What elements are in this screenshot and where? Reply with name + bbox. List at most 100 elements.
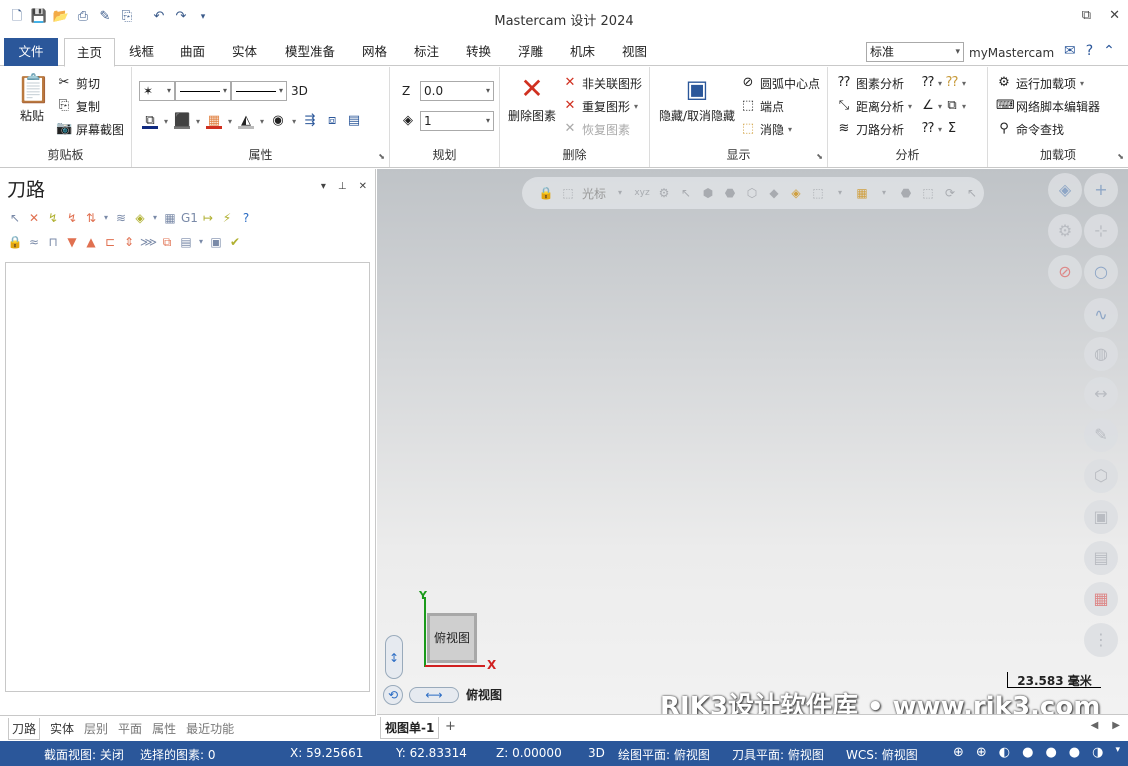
insert-arrow-icon[interactable]: ⊏ bbox=[102, 234, 118, 250]
paste-button[interactable]: 📋 粘贴 bbox=[12, 73, 52, 124]
move-up-icon[interactable]: ▲ bbox=[83, 234, 99, 250]
material-icon[interactable]: ◉ bbox=[270, 113, 286, 129]
select-body-icon[interactable]: ⬢ bbox=[700, 185, 716, 201]
analyze-chain-icon[interactable]: ⁇ bbox=[944, 75, 960, 91]
viewsheet-tab-1[interactable]: 视图单-1 bbox=[380, 717, 440, 739]
lock-selection-icon[interactable]: 🔒 bbox=[538, 185, 554, 201]
panel-tab-recent[interactable]: 最近功能 bbox=[186, 720, 234, 737]
shiny-sphere-icon[interactable]: ● bbox=[1045, 745, 1056, 760]
select-solid-icon[interactable]: ◆ bbox=[766, 185, 782, 201]
clear-colors-icon[interactable]: ▤ bbox=[346, 113, 362, 129]
lock-icon[interactable]: 🔒 bbox=[7, 234, 23, 250]
horizontal-pan-icon[interactable]: ⟷ bbox=[409, 687, 459, 703]
section-view-status[interactable]: 截面视图: 关闭 bbox=[44, 746, 124, 763]
point-style-select[interactable]: ✶ ▾ bbox=[139, 81, 175, 101]
circle-icon[interactable]: ○ bbox=[1084, 255, 1118, 289]
add-viewsheet-button[interactable]: + bbox=[445, 719, 456, 734]
flow-icon[interactable]: ⋮ bbox=[1084, 623, 1118, 657]
z-coordinate[interactable]: Z: 0.00000 bbox=[496, 746, 562, 760]
half-globe-icon[interactable]: ◐ bbox=[999, 745, 1010, 760]
delete-entity-button[interactable]: ✕ 删除图素 bbox=[506, 73, 558, 124]
tab-transform[interactable]: 转换 bbox=[454, 38, 503, 66]
toggle-display-icon[interactable]: ≈ bbox=[26, 234, 42, 250]
screenshot-button[interactable]: 📷 屏幕截图 bbox=[56, 119, 124, 139]
tab-mesh[interactable]: 网格 bbox=[350, 38, 399, 66]
dialog-launcher-icon[interactable]: ⬊ bbox=[378, 152, 385, 161]
x-coordinate[interactable]: X: 59.25661 bbox=[290, 746, 363, 760]
layers-icon[interactable]: ◈ bbox=[1048, 173, 1082, 207]
select-invalid-ops-icon[interactable]: ✕ bbox=[26, 210, 42, 226]
panel-help-icon[interactable]: ? bbox=[238, 210, 254, 226]
delete-non-assoc-button[interactable]: ✕ 非关联图形 bbox=[562, 73, 642, 93]
surface-color-icon[interactable]: ▦ bbox=[206, 113, 223, 129]
pin-icon[interactable]: ⊥ bbox=[338, 181, 347, 192]
sphere-icon[interactable]: ◍ bbox=[1084, 337, 1118, 371]
restore-icon[interactable]: ⧉ bbox=[1082, 8, 1091, 23]
globe-icon[interactable]: ⊕ bbox=[953, 745, 964, 760]
gray-sphere-icon[interactable]: ● bbox=[1069, 745, 1080, 760]
hide-unhide-button[interactable]: ▣ 隐藏/取消隐藏 bbox=[656, 73, 738, 124]
cube-icon[interactable]: ⬡ bbox=[1084, 459, 1118, 493]
dialog-launcher-icon[interactable]: ⬊ bbox=[816, 152, 823, 161]
simulate-icon[interactable]: ⇅ bbox=[83, 210, 99, 226]
rotate-icon[interactable]: ⟲ bbox=[383, 685, 403, 705]
help-icon[interactable]: ? bbox=[1086, 43, 1093, 59]
arc-center-button[interactable]: ⊘ 圆弧中心点 bbox=[740, 73, 820, 93]
scroll-ops-icon[interactable]: ⇕ bbox=[121, 234, 137, 250]
net-script-editor-button[interactable]: ⌨ 网络脚本编辑器 bbox=[996, 96, 1100, 116]
y-coordinate[interactable]: Y: 62.83314 bbox=[396, 746, 467, 760]
analyze-position-icon[interactable]: ⁇ bbox=[920, 75, 936, 91]
run-addin-button[interactable]: ⚙ 运行加载项 ▾ bbox=[996, 73, 1084, 93]
shaded-sphere-icon[interactable]: ● bbox=[1022, 745, 1033, 760]
ruler-icon[interactable]: ✎ bbox=[1084, 418, 1118, 452]
show-selected-icon[interactable]: ⋙ bbox=[140, 234, 157, 250]
endpoints-button[interactable]: ⬚ 端点 bbox=[740, 96, 784, 116]
red-shapes-icon[interactable]: ▦ bbox=[1084, 582, 1118, 616]
gear-icon[interactable]: ⚙ bbox=[656, 185, 672, 201]
entity-analysis-button[interactable]: ⁇ 图素分析 bbox=[836, 73, 904, 93]
settings-icon[interactable]: ⚙ bbox=[1048, 214, 1082, 248]
post-g1-icon[interactable]: G1 bbox=[181, 210, 198, 226]
close-icon[interactable]: ✕ bbox=[1109, 8, 1120, 23]
grid-snap-icon[interactable]: ⊹ bbox=[1084, 214, 1118, 248]
toolpath-analysis-button[interactable]: ≋ 刀路分析 bbox=[836, 119, 904, 139]
panel-tab-planes[interactable]: 平面 bbox=[118, 720, 142, 737]
panel-tab-solids[interactable]: 实体 bbox=[50, 720, 74, 737]
select-all-ops-icon[interactable]: ↖ bbox=[7, 210, 23, 226]
curve-icon[interactable]: ∿ bbox=[1084, 298, 1118, 332]
gplane-status[interactable]: 绘图平面: 俯视图 bbox=[618, 746, 710, 763]
tplane-status[interactable]: 刀具平面: 俯视图 bbox=[732, 746, 824, 763]
blank-button[interactable]: ⬚ 消隐 ▾ bbox=[740, 119, 792, 139]
style-select[interactable]: 标准 ▾ bbox=[866, 42, 964, 62]
refresh-selection-icon[interactable]: ⟳ bbox=[942, 185, 958, 201]
panel-menu-icon[interactable]: ▾ bbox=[321, 181, 326, 192]
command-finder-button[interactable]: ⚲ 命令查找 bbox=[996, 119, 1064, 139]
mode-status[interactable]: 3D bbox=[588, 746, 605, 760]
z-depth-input[interactable]: 0.0 ▾ bbox=[420, 81, 494, 101]
panel-close-icon[interactable]: ✕ bbox=[359, 181, 367, 192]
fill-color-icon[interactable]: ◭ bbox=[238, 113, 255, 129]
tab-drafting[interactable]: 标注 bbox=[402, 38, 451, 66]
panel-tab-attributes[interactable]: 属性 bbox=[152, 720, 176, 737]
tab-solids[interactable]: 实体 bbox=[220, 38, 269, 66]
undelete-button[interactable]: ✕ 恢复图素 bbox=[562, 119, 630, 139]
post-selected-icon[interactable]: ↦ bbox=[200, 210, 216, 226]
tab-machine[interactable]: 机床 bbox=[558, 38, 607, 66]
panel-tab-toolpaths[interactable]: 刀路 bbox=[8, 717, 41, 740]
wireframe-globe-icon[interactable]: ⊕ bbox=[976, 745, 987, 760]
toolpath-tree[interactable] bbox=[5, 262, 370, 692]
highlight-icon[interactable]: ⧉ bbox=[159, 234, 175, 250]
tab-surfaces[interactable]: 曲面 bbox=[168, 38, 217, 66]
tab-file[interactable]: 文件 bbox=[4, 38, 58, 66]
line-width-select[interactable]: ▾ bbox=[231, 81, 287, 101]
tab-relief[interactable]: 浮雕 bbox=[506, 38, 555, 66]
line-style-select[interactable]: ▾ bbox=[175, 81, 231, 101]
analyze-area-icon[interactable]: ⧉ bbox=[944, 98, 960, 114]
wireframe-color-icon[interactable]: ⧉ bbox=[142, 113, 158, 129]
dialog-launcher-icon[interactable]: ⬊ bbox=[1117, 152, 1124, 161]
select-face-icon[interactable]: ⬣ bbox=[722, 185, 738, 201]
display-options-icon[interactable]: ▤ bbox=[178, 234, 194, 250]
translucency-icon[interactable]: ◑ bbox=[1092, 745, 1103, 760]
select-options-icon[interactable]: ⬚ bbox=[810, 185, 826, 201]
select-vertex-icon[interactable]: ◈ bbox=[788, 185, 804, 201]
